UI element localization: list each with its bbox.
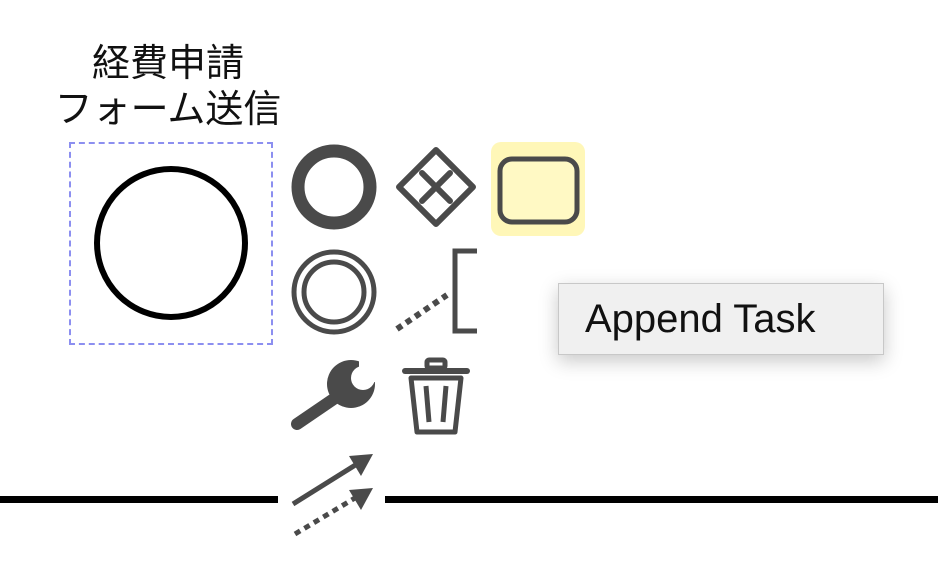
start-event-label-line-1: 経費申請	[91, 41, 244, 85]
delete-button[interactable]	[389, 346, 483, 440]
connect-arrows-icon	[291, 454, 373, 537]
change-type-button[interactable]	[287, 346, 381, 440]
start-event[interactable]	[94, 166, 248, 320]
append-task-tooltip: Append Task	[558, 283, 884, 355]
append-gateway-button[interactable]	[389, 140, 483, 234]
text-annotation-icon	[395, 248, 477, 334]
start-event-label: 経費申請 フォーム送信	[18, 40, 318, 132]
intermediate-event-icon	[291, 249, 377, 335]
bpmn-canvas[interactable]: 経費申請 フォーム送信 Append Task	[0, 0, 938, 582]
task-icon	[491, 142, 585, 236]
sequence-flow-left[interactable]	[0, 496, 278, 503]
sequence-flow-right[interactable]	[385, 496, 938, 503]
end-event-icon	[291, 144, 377, 230]
gateway-icon	[396, 147, 476, 227]
wrench-icon	[291, 356, 381, 430]
trash-icon	[402, 357, 470, 435]
connect-button[interactable]	[287, 448, 381, 542]
text-annotation-button[interactable]	[389, 245, 483, 339]
append-end-event-button[interactable]	[287, 140, 381, 234]
start-event-label-line-2: フォーム送信	[54, 87, 282, 131]
append-task-button[interactable]	[491, 142, 585, 236]
append-intermediate-event-button[interactable]	[287, 245, 381, 339]
